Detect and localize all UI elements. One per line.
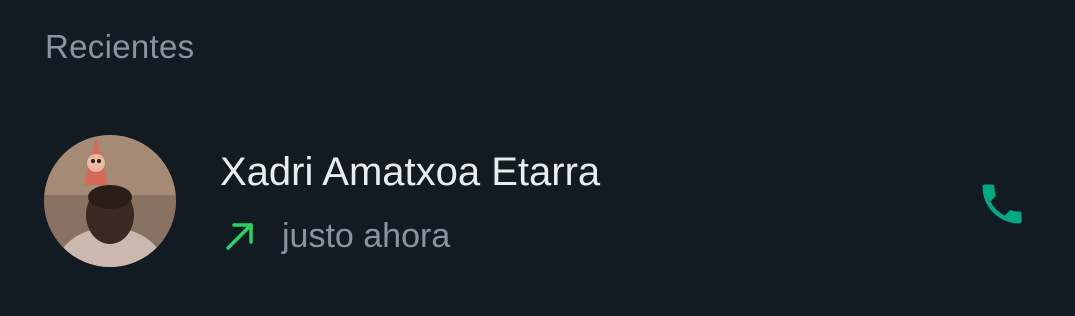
call-details: justo ahora bbox=[222, 216, 450, 256]
voice-call-button[interactable] bbox=[970, 174, 1034, 238]
avatar[interactable] bbox=[44, 135, 176, 267]
outgoing-arrow-icon bbox=[222, 218, 258, 254]
phone-icon bbox=[976, 178, 1028, 235]
call-time: justo ahora bbox=[282, 216, 451, 255]
call-log-item[interactable]: Xadri Amatxoa Etarra justo ahora bbox=[0, 120, 1075, 280]
contact-name: Xadri Amatxoa Etarra bbox=[220, 150, 601, 194]
section-title: Recientes bbox=[45, 28, 195, 65]
